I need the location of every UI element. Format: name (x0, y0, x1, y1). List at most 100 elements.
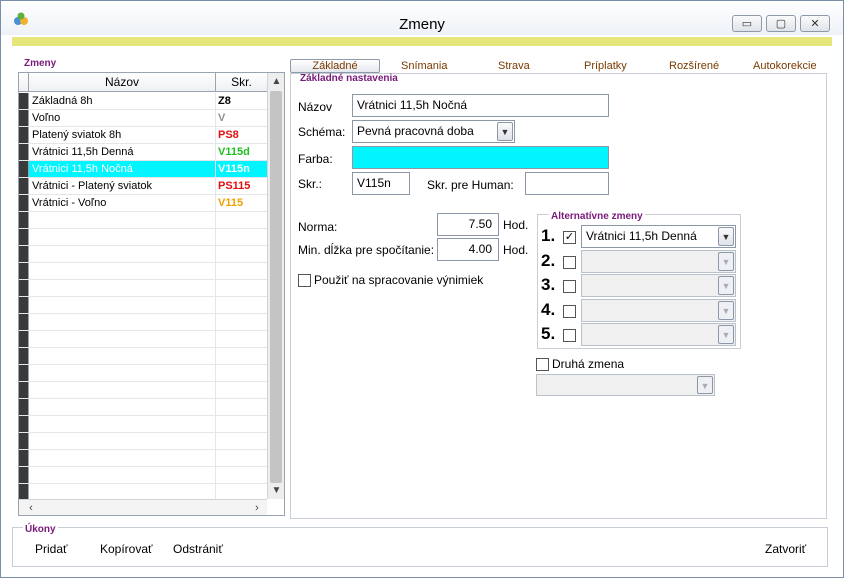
table-row[interactable] (19, 314, 267, 331)
row-selector[interactable] (19, 178, 29, 194)
close-button[interactable]: ✕ (800, 15, 830, 32)
alternative-select[interactable]: ▼ (581, 299, 736, 322)
table-row[interactable] (19, 246, 267, 263)
table-row[interactable] (19, 433, 267, 450)
scroll-right-icon[interactable]: › (249, 500, 265, 516)
alternative-select[interactable]: Vrátnici 11,5h Denná ▼ (581, 225, 736, 248)
minimize-button[interactable]: ▭ (732, 15, 762, 32)
close-dialog-button[interactable]: Zatvoriť (765, 542, 806, 556)
chevron-down-icon[interactable]: ▼ (497, 122, 513, 141)
name-input[interactable]: Vrátnici 11,5h Nočná (352, 94, 609, 117)
column-header-name[interactable]: Názov (29, 73, 216, 91)
scroll-left-icon[interactable]: ‹ (23, 500, 39, 516)
chevron-down-icon[interactable]: ▼ (718, 252, 734, 271)
row-selector[interactable] (19, 467, 29, 483)
norm-input[interactable]: 7.50 (437, 213, 499, 236)
row-name (29, 484, 216, 500)
scroll-up-icon[interactable]: ▲ (268, 73, 285, 90)
table-row[interactable] (19, 365, 267, 382)
schema-select[interactable]: Pevná pracovná doba ▼ (352, 120, 515, 143)
chevron-down-icon[interactable]: ▼ (718, 276, 734, 295)
table-row[interactable] (19, 450, 267, 467)
row-selector[interactable] (19, 229, 29, 245)
window-title: Zmeny (399, 16, 445, 33)
alternative-checkbox[interactable]: ✓ (563, 231, 576, 244)
table-row[interactable] (19, 331, 267, 348)
vertical-scrollbar[interactable]: ▲ ▼ (267, 73, 284, 499)
add-button[interactable]: Pridať (35, 542, 68, 556)
table-row[interactable] (19, 229, 267, 246)
tab-meals[interactable]: Strava (498, 60, 530, 72)
table-row[interactable] (19, 348, 267, 365)
table-row[interactable]: Vrátnici - Voľno V115 (19, 195, 267, 212)
alternative-checkbox[interactable] (563, 280, 576, 293)
table-row[interactable] (19, 399, 267, 416)
table-row[interactable]: Vrátnici 11,5h Nočná V115n (19, 161, 267, 178)
row-selector[interactable] (19, 93, 29, 109)
table-row[interactable]: Základná 8h Z8 (19, 93, 267, 110)
table-row[interactable] (19, 263, 267, 280)
alternative-select[interactable]: ▼ (581, 323, 736, 346)
second-shift-checkbox[interactable] (536, 358, 549, 371)
alternative-checkbox[interactable] (563, 256, 576, 269)
row-selector[interactable] (19, 331, 29, 347)
row-selector[interactable] (19, 348, 29, 364)
human-code-input[interactable] (525, 172, 609, 195)
chevron-down-icon[interactable]: ▼ (718, 325, 734, 344)
row-selector[interactable] (19, 365, 29, 381)
row-selector[interactable] (19, 212, 29, 228)
row-selector[interactable] (19, 110, 29, 126)
row-selector[interactable] (19, 484, 29, 500)
alternative-select[interactable]: ▼ (581, 274, 736, 297)
alternative-select[interactable]: ▼ (581, 250, 736, 273)
tab-allowances[interactable]: Príplatky (584, 60, 627, 72)
tab-advanced[interactable]: Rozšírené (669, 60, 719, 72)
tab-readings[interactable]: Snímania (401, 60, 447, 72)
row-selector[interactable] (19, 280, 29, 296)
row-selector[interactable] (19, 399, 29, 415)
title-bar[interactable]: Zmeny ▭ ▢ ✕ (1, 1, 843, 35)
chevron-down-icon[interactable]: ▼ (718, 227, 734, 246)
table-row[interactable]: Vrátnici 11,5h Denná V115d (19, 144, 267, 161)
table-row[interactable]: Platený sviatok 8h PS8 (19, 127, 267, 144)
tab-autocorrections[interactable]: Autokorekcie (753, 60, 817, 72)
alternative-checkbox[interactable] (563, 329, 576, 342)
min-length-input[interactable]: 4.00 (437, 238, 499, 261)
chevron-down-icon[interactable]: ▼ (718, 301, 734, 320)
exception-checkbox[interactable] (298, 274, 311, 287)
second-shift-select[interactable]: ▼ (536, 374, 715, 396)
table-row[interactable]: Vrátnici - Platený sviatok PS115 (19, 178, 267, 195)
row-selector[interactable] (19, 297, 29, 313)
scroll-down-icon[interactable]: ▼ (268, 482, 285, 499)
row-selector[interactable] (19, 450, 29, 466)
scroll-thumb[interactable] (270, 91, 282, 483)
table-row[interactable] (19, 416, 267, 433)
table-row[interactable] (19, 382, 267, 399)
row-selector[interactable] (19, 263, 29, 279)
horizontal-scrollbar[interactable]: ‹ › (19, 499, 267, 515)
row-selector[interactable] (19, 246, 29, 262)
alternative-checkbox[interactable] (563, 305, 576, 318)
code-input[interactable]: V115n (352, 172, 410, 195)
chevron-down-icon[interactable]: ▼ (697, 376, 713, 394)
row-selector[interactable] (19, 416, 29, 432)
row-selector[interactable] (19, 382, 29, 398)
maximize-button[interactable]: ▢ (766, 15, 796, 32)
table-row[interactable]: Voľno V (19, 110, 267, 127)
column-header-code[interactable]: Skr. (216, 73, 267, 91)
remove-button[interactable]: Odstrániť (173, 542, 223, 556)
row-selector[interactable] (19, 144, 29, 160)
row-selector[interactable] (19, 195, 29, 211)
table-row[interactable] (19, 297, 267, 314)
color-picker[interactable] (352, 146, 609, 169)
copy-button[interactable]: Kopírovať (100, 542, 153, 556)
row-selector[interactable] (19, 161, 29, 177)
table-row[interactable] (19, 280, 267, 297)
table-row[interactable] (19, 212, 267, 229)
row-selector[interactable] (19, 127, 29, 143)
row-selector[interactable] (19, 314, 29, 330)
tab-basic[interactable]: Základné (290, 59, 380, 73)
row-selector[interactable] (19, 433, 29, 449)
shift-list-grid[interactable]: Názov Skr. Základná 8h Z8 Voľno V Platený sv… (18, 72, 285, 516)
table-row[interactable] (19, 467, 267, 484)
